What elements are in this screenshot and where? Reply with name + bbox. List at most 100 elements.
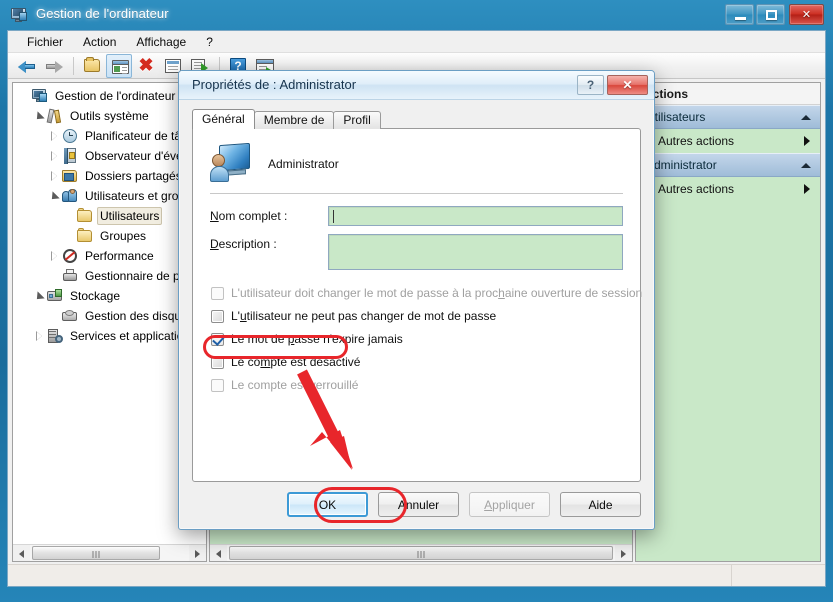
scroll-left-button[interactable] (13, 545, 30, 561)
actions-group-administrator-body: Autres actions (636, 177, 820, 561)
checkbox-row-must-change-password[interactable]: L'utilisateur doit changer le mot de pas… (211, 284, 642, 302)
help-button[interactable]: Aide (560, 492, 641, 517)
dialog-title: Propriétés de : Administrator (192, 77, 357, 92)
folder-up-icon (84, 56, 100, 72)
tree-horizontal-scrollbar[interactable] (13, 544, 206, 561)
folder-icon (77, 208, 93, 224)
checkbox-cannot-change-password[interactable] (211, 309, 224, 323)
checkbox-must-change-password[interactable] (211, 286, 224, 300)
tree-twisty-closed-icon[interactable] (49, 150, 60, 162)
user-properties-dialog: Propriétés de : Administrator ? ✕ Généra… (178, 70, 655, 530)
tab-general[interactable]: Général (192, 109, 255, 129)
chevron-right-icon (804, 184, 810, 194)
chevron-up-icon[interactable] (801, 114, 811, 120)
list-scroll-right-button[interactable] (615, 545, 632, 561)
action-autres-actions-utilisateurs[interactable]: Autres actions (636, 129, 820, 153)
tree-node-label: Utilisateurs (97, 207, 163, 225)
tree-twisty-open-icon[interactable] (34, 111, 45, 122)
scroll-right-button[interactable] (189, 545, 206, 561)
menu-affichage[interactable]: Affichage (127, 32, 195, 52)
list-horizontal-scrollbar[interactable] (210, 544, 632, 561)
dialog-button-row: OK Annuler Appliquer Aide (287, 492, 641, 517)
action-label: Autres actions (658, 134, 735, 148)
chevron-up-icon[interactable] (801, 162, 811, 168)
tools-icon (46, 108, 63, 124)
up-folder-button[interactable] (79, 54, 105, 78)
tree-node-label: Performance (85, 249, 154, 263)
tree-twisty-closed-icon[interactable] (49, 130, 60, 142)
computer-icon (32, 88, 48, 104)
actions-pane-header: Actions (636, 83, 820, 105)
storage-icon (47, 288, 63, 304)
menu-fichier[interactable]: Fichier (18, 32, 72, 52)
console-tree-icon (112, 59, 129, 74)
list-scroll-left-button[interactable] (210, 545, 227, 561)
disk-management-icon (62, 308, 78, 324)
checkbox-row-password-never-expires[interactable]: Le mot de passe n'expire jamais (211, 330, 403, 348)
user-account-icon (210, 142, 254, 185)
dialog-close-button[interactable]: ✕ (607, 75, 648, 95)
description-input[interactable] (328, 234, 623, 270)
checkbox-row-account-disabled[interactable]: Le compte est désactivé (211, 353, 360, 371)
actions-group-utilisateurs[interactable]: Utilisateurs (636, 105, 820, 129)
dialog-help-button[interactable]: ? (577, 75, 604, 95)
tab-panel-general: Administrator Nom complet : Description … (192, 128, 642, 482)
minimize-button[interactable] (725, 4, 754, 25)
fullname-label: Nom complet : (210, 209, 288, 223)
actions-group-administrator[interactable]: Administrator (636, 153, 820, 177)
apply-button[interactable]: Appliquer (469, 492, 550, 517)
tree-twisty-open-icon[interactable] (34, 291, 45, 302)
maximize-button[interactable] (756, 4, 785, 25)
forward-button[interactable] (41, 54, 67, 78)
tree-twisty-closed-icon[interactable] (34, 330, 45, 342)
toolbar-separator (73, 56, 74, 75)
services-icon (47, 328, 63, 344)
checkbox-label: Le mot de passe n'expire jamais (231, 332, 403, 346)
checkbox-password-never-expires[interactable] (211, 332, 224, 346)
tree-node-label: Groupes (100, 229, 147, 243)
tree-twisty-open-icon[interactable] (49, 191, 60, 202)
menubar: Fichier Action Affichage ? (8, 31, 825, 53)
tree-node-label: Outils système (70, 109, 149, 123)
scroll-thumb[interactable] (32, 546, 160, 560)
checkbox-row-account-locked[interactable]: Le compte est verrouillé (211, 376, 358, 394)
tab-membre-de[interactable]: Membre de (253, 111, 335, 129)
back-button[interactable] (14, 54, 40, 78)
dialog-titlebar[interactable]: Propriétés de : Administrator ? ✕ (179, 71, 654, 100)
tree-twisty-closed-icon[interactable] (49, 170, 60, 182)
window-title: Gestion de l'ordinateur (36, 6, 169, 21)
list-scroll-track[interactable] (227, 545, 615, 561)
tab-profil[interactable]: Profil (333, 111, 381, 129)
menu-aide[interactable]: ? (197, 32, 222, 52)
window-titlebar[interactable]: Gestion de l'ordinateur ✕ (0, 0, 833, 30)
close-button[interactable]: ✕ (789, 4, 824, 25)
field-row-fullname: Nom complet : (210, 206, 623, 226)
scroll-track[interactable] (30, 545, 189, 561)
cancel-button[interactable]: Annuler (378, 492, 459, 517)
divider (210, 193, 623, 194)
chevron-right-icon (804, 136, 810, 146)
status-cell-main (8, 565, 732, 586)
delete-button[interactable]: ✖ (133, 54, 159, 78)
tree-node-label: Stockage (70, 289, 121, 303)
actions-group-title: Administrator (646, 158, 717, 172)
action-autres-actions-administrator[interactable]: Autres actions (636, 177, 820, 201)
checkbox-account-locked[interactable] (211, 378, 224, 392)
show-tree-button[interactable] (106, 53, 132, 78)
menu-action[interactable]: Action (74, 32, 125, 52)
tree-twisty-closed-icon[interactable] (49, 250, 60, 262)
checkbox-label: L'utilisateur doit changer le mot de pas… (231, 286, 643, 300)
dialog-body: Général Membre de Profil Administrator N… (179, 100, 654, 529)
list-scroll-thumb[interactable] (229, 546, 613, 560)
computer-management-window: Gestion de l'ordinateur ✕ Fichier Action… (0, 0, 833, 602)
checkbox-label: L'utilisateur ne peut pas changer de mot… (231, 309, 497, 323)
dialog-tabstrip: Général Membre de Profil (192, 109, 381, 129)
checkbox-row-cannot-change-password[interactable]: L'utilisateur ne peut pas changer de mot… (211, 307, 496, 325)
checkbox-account-disabled[interactable] (211, 355, 224, 369)
fullname-input[interactable] (328, 206, 623, 226)
ok-button[interactable]: OK (287, 492, 368, 517)
